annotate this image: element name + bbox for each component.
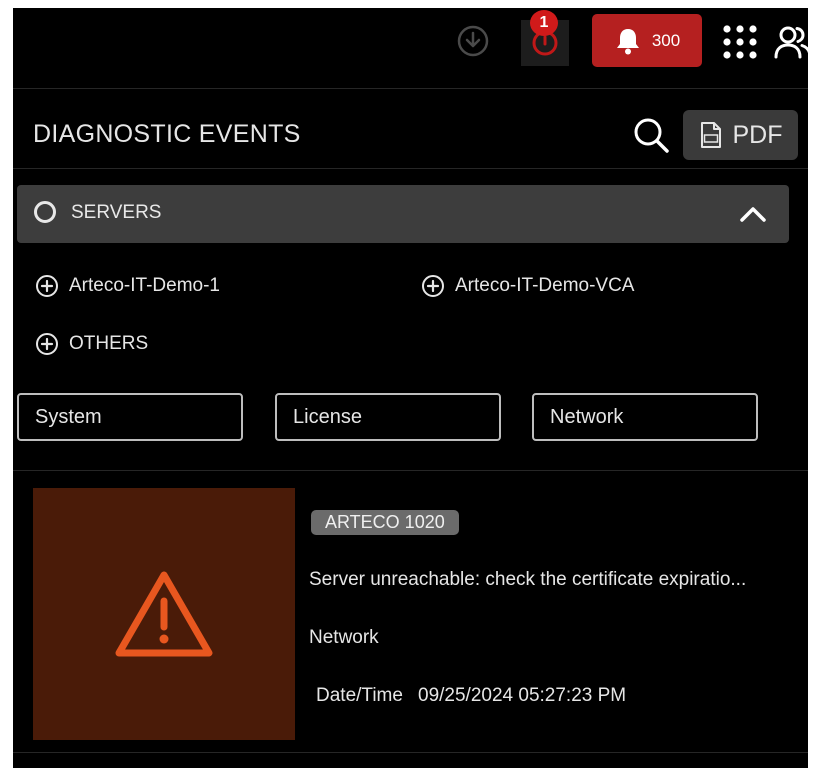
event-category: Network [309,627,379,648]
users-button[interactable] [773,22,808,62]
event-date-label: Date/Time [316,685,403,706]
apps-button[interactable] [720,22,760,62]
plus-circle-icon [422,275,444,297]
server-item-label: Arteco-IT-Demo-VCA [455,275,635,296]
event-message: Server unreachable: check the certificat… [309,569,747,590]
server-item[interactable]: Arteco-IT-Demo-1 [35,274,220,298]
export-pdf-button[interactable]: PDF [683,110,798,160]
download-icon [457,25,489,57]
divider [13,470,808,471]
top-bar: 1 300 [13,8,808,88]
collapse-button[interactable] [737,199,769,229]
users-icon [774,26,808,59]
divider [13,168,808,169]
warning-icon [115,571,213,657]
app-frame: 1 300 DIAGNOSTIC EVENTS PDF SERVERS Arte… [13,8,808,768]
servers-radio[interactable] [34,201,56,223]
search-icon [634,118,669,153]
notification-count: 300 [651,30,681,50]
server-item-label: Arteco-IT-Demo-1 [69,275,220,296]
filter-chip-system[interactable]: System [17,393,243,441]
alarm-count-badge: 1 [530,10,558,36]
pdf-file-icon [700,122,721,148]
filter-chip-network[interactable]: Network [532,393,758,441]
pdf-button-label: PDF [732,120,783,149]
server-item-label: OTHERS [69,333,149,354]
page-title: DIAGNOSTIC EVENTS [33,120,301,148]
divider [13,752,808,753]
bell-icon [616,28,639,54]
divider [13,88,808,89]
download-button[interactable] [456,24,490,58]
server-item[interactable]: Arteco-IT-Demo-VCA [421,274,634,298]
servers-label: SERVERS [71,202,162,223]
event-thumbnail[interactable] [33,488,295,740]
search-button[interactable] [631,115,671,155]
servers-section-header[interactable]: SERVERS [17,185,789,243]
plus-circle-icon [36,333,58,355]
event-date-value: 09/25/2024 05:27:23 PM [418,685,627,706]
chevron-up-icon [740,207,766,222]
apps-grid-icon [723,25,757,59]
notifications-button[interactable]: 300 [592,14,702,67]
plus-circle-icon [36,275,58,297]
server-item-others[interactable]: OTHERS [35,332,148,356]
event-source-tag: ARTECO 1020 [311,510,459,535]
filter-chip-license[interactable]: License [275,393,501,441]
